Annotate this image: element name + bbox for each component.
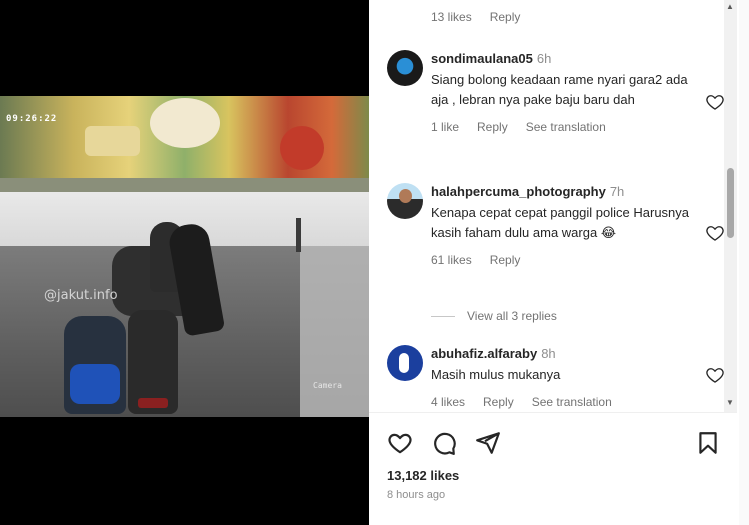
- comment-meta: 4 likes Reply See translation: [431, 395, 693, 409]
- send-icon[interactable]: [475, 430, 501, 456]
- comment-text: Siang bolong keadaan rame nyari gara2 ad…: [431, 72, 688, 107]
- heart-icon[interactable]: [705, 92, 725, 112]
- video-watermark: @jakut.info: [44, 288, 118, 303]
- view-replies-button[interactable]: View all 3 replies: [431, 309, 557, 323]
- scrollbar-thumb[interactable]: [727, 168, 734, 238]
- comment-likes[interactable]: 4 likes: [431, 395, 465, 409]
- comment-username[interactable]: halahpercuma_photography: [431, 184, 606, 199]
- scroll-down-arrow-icon[interactable]: ▼: [726, 398, 734, 407]
- view-replies-label: View all 3 replies: [467, 309, 557, 323]
- heart-icon[interactable]: [705, 223, 725, 243]
- see-translation-button[interactable]: See translation: [526, 120, 606, 134]
- camera-label: Camera: [313, 381, 342, 390]
- cctv-video-frame[interactable]: [0, 96, 369, 417]
- comment-text: Kenapa cepat cepat panggil police Harusn…: [431, 205, 690, 240]
- comment-likes[interactable]: 1 like: [431, 120, 459, 134]
- reply-button[interactable]: Reply: [490, 10, 521, 24]
- motorcycle: [64, 316, 126, 414]
- video-player[interactable]: 09:26:22 @jakut.info Camera: [0, 0, 369, 525]
- post-actions: [387, 430, 727, 456]
- scrollbar[interactable]: ▲ ▼: [724, 0, 737, 412]
- comment-meta: 13 likes Reply: [431, 10, 520, 24]
- reply-button[interactable]: Reply: [477, 120, 508, 134]
- motorcycle: [128, 310, 178, 414]
- post-likes-count[interactable]: 13,182 likes: [387, 468, 459, 483]
- avatar[interactable]: [387, 345, 423, 381]
- video-timestamp: 09:26:22: [6, 114, 58, 124]
- comments-panel: 13 likes Reply sondimaulana05 6h Siang bo…: [369, 0, 749, 525]
- comment-time[interactable]: 7h: [610, 184, 624, 199]
- comment-icon[interactable]: [431, 430, 457, 456]
- scroll-up-arrow-icon[interactable]: ▲: [726, 2, 734, 11]
- comment-meta: 61 likes Reply: [431, 253, 693, 267]
- replies-divider: [431, 315, 455, 317]
- comment-likes[interactable]: 13 likes: [431, 10, 472, 24]
- comments-list[interactable]: 13 likes Reply sondimaulana05 6h Siang bo…: [369, 0, 737, 412]
- bookmark-icon[interactable]: [695, 430, 721, 456]
- comment-likes[interactable]: 61 likes: [431, 253, 472, 267]
- comment-username[interactable]: abuhafiz.alfaraby: [431, 346, 537, 361]
- divider: [369, 412, 737, 413]
- comment-text: Masih mulus mukanya: [431, 367, 561, 382]
- see-translation-button[interactable]: See translation: [532, 395, 612, 409]
- post-timestamp[interactable]: 8 hours ago: [387, 489, 445, 501]
- comment-time[interactable]: 6h: [537, 51, 551, 66]
- comment-time[interactable]: 8h: [541, 346, 555, 361]
- heart-icon[interactable]: [705, 365, 725, 385]
- avatar[interactable]: [387, 183, 423, 219]
- comment-username[interactable]: sondimaulana05: [431, 51, 533, 66]
- wall-mural: [0, 96, 369, 188]
- avatar[interactable]: [387, 50, 423, 86]
- reply-button[interactable]: Reply: [490, 253, 521, 267]
- comment-meta: 1 like Reply See translation: [431, 120, 693, 134]
- window-edge: [739, 0, 749, 525]
- like-heart-icon[interactable]: [387, 430, 413, 456]
- reply-button[interactable]: Reply: [483, 395, 514, 409]
